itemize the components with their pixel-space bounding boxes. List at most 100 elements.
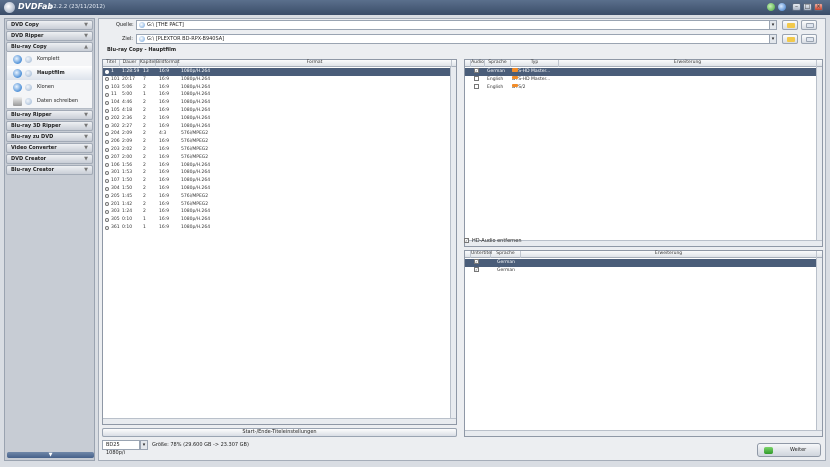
table-row[interactable]: ✓ German DTS-HD Master... (465, 68, 818, 76)
source-dropdown-button[interactable]: ▾ (769, 20, 777, 30)
col-language[interactable]: Sprache (485, 60, 511, 67)
title-radio[interactable] (105, 69, 109, 74)
col-audio[interactable]: Audio (471, 60, 485, 67)
update-icon[interactable] (767, 3, 775, 11)
subtitle-checkbox[interactable]: ✓ (474, 259, 479, 264)
table-row[interactable]: 206 2:09 2 16:9 576i/MPEG2 (103, 138, 452, 146)
title-radio[interactable] (105, 116, 109, 121)
table-row[interactable]: 203 2:02 2 16:9 576i/MPEG2 (103, 146, 452, 154)
subtitle-checkbox[interactable]: ✓ (474, 266, 479, 272)
sidebar-section-bluray-ripper[interactable]: Blu-ray Ripper ▼ (6, 110, 93, 120)
col-extension[interactable]: Erweiterung (521, 251, 817, 258)
title-radio[interactable] (105, 186, 109, 191)
table-row[interactable]: 304 1:50 2 16:9 1080p/H.264 (103, 185, 452, 193)
table-row[interactable]: 361 0:10 1 16:9 1080p/H.264 (103, 224, 452, 232)
titles-horizontal-scrollbar[interactable] (103, 418, 456, 424)
sidebar-item-komplett[interactable]: Komplett (7, 52, 92, 66)
source-path-field[interactable]: G:\ [THE PACT] (136, 20, 770, 30)
table-row[interactable]: 105 4:18 2 16:9 1080p/H.264 (103, 107, 452, 115)
table-row[interactable]: 11 5:00 1 16:9 1080p/H.264 (103, 91, 452, 99)
title-radio[interactable] (105, 163, 109, 168)
help-icon[interactable] (778, 3, 786, 11)
title-radio[interactable] (105, 202, 109, 207)
sidebar-item-daten-schreiben[interactable]: Daten schreiben (7, 94, 92, 108)
sidebar-section-video-converter[interactable]: Video Converter ▼ (6, 143, 93, 153)
sidebar-section-bluray-creator[interactable]: Blu-ray Creator ▼ (6, 165, 93, 175)
title-radio[interactable] (105, 85, 109, 90)
table-row[interactable]: 201 1:42 2 16:9 576i/MPEG2 (103, 201, 452, 209)
table-row[interactable]: 204 2:09 2 4:3 576i/MPEG2 (103, 130, 452, 138)
table-row[interactable]: 305 0:10 1 16:9 1080p/H.264 (103, 216, 452, 224)
target-settings-button[interactable] (801, 34, 817, 44)
table-row[interactable]: ✓ German (465, 266, 818, 275)
title-radio[interactable] (105, 209, 109, 214)
audio-checkbox[interactable] (474, 83, 479, 89)
table-row[interactable]: 202 2:36 2 16:9 1080p/H.264 (103, 115, 452, 123)
audio-checkbox[interactable] (474, 75, 479, 81)
title-radio[interactable] (105, 178, 109, 183)
table-row[interactable]: 106 1:56 2 16:9 1080p/H.264 (103, 162, 452, 170)
title-radio[interactable] (105, 100, 109, 105)
sidebar-section-bluray-copy[interactable]: Blu-ray Copy ▲ (6, 42, 93, 52)
title-radio[interactable] (105, 155, 109, 160)
output-format-dropdown-button[interactable]: ▾ (140, 440, 148, 450)
sidebar-section-dvd-ripper[interactable]: DVD Ripper ▼ (6, 31, 93, 41)
table-row[interactable]: 303 1:24 2 16:9 1080p/H.264 (103, 208, 452, 216)
close-button[interactable]: × (814, 3, 823, 11)
next-button[interactable]: Weiter (757, 443, 821, 457)
col-language[interactable]: Sprache (491, 251, 521, 258)
target-browse-button[interactable] (782, 34, 798, 44)
col-format[interactable]: Format (178, 60, 452, 67)
table-row[interactable]: 302 2:27 2 16:9 1080p/H.264 (103, 123, 452, 131)
sidebar-section-bluray-zu-dvd[interactable]: Blu-ray zu DVD ▼ (6, 132, 93, 142)
start-end-title-settings-button[interactable]: Start-/Ende-Titeleinstellungen (102, 428, 457, 437)
target-dropdown-button[interactable]: ▾ (769, 34, 777, 44)
table-row[interactable]: English DTS-HD Master... (465, 75, 818, 84)
table-row[interactable]: 207 2:00 2 16:9 576i/MPEG2 (103, 154, 452, 162)
col-subtitle[interactable]: Untertitel (471, 251, 492, 258)
minimize-button[interactable]: – (792, 3, 801, 11)
table-row[interactable]: 103 5:06 2 16:9 1080p/H.264 (103, 84, 452, 92)
title-radio[interactable] (105, 77, 109, 82)
table-row[interactable]: ✓ German (465, 259, 818, 267)
table-row[interactable]: 1 1:28:59 13 16:9 1080p/H.264 (103, 68, 452, 76)
subtitles-horizontal-scrollbar[interactable] (465, 430, 822, 436)
audio-vertical-scrollbar[interactable] (816, 67, 822, 241)
sidebar-scroll-down-button[interactable]: ▼ (7, 452, 94, 458)
output-format-select[interactable]: BD25 1080p/i (102, 440, 140, 456)
audio-checkbox[interactable]: ✓ (474, 68, 479, 73)
maximize-button[interactable]: □ (803, 3, 812, 11)
table-row[interactable]: 107 1:50 2 16:9 1080p/H.264 (103, 177, 452, 185)
col-aspect[interactable]: Bildformat (156, 60, 179, 67)
col-chapters[interactable]: Kapitel (140, 60, 156, 67)
sidebar-item-klonen[interactable]: Klonen (7, 80, 92, 94)
title-radio[interactable] (105, 194, 109, 199)
target-path-field[interactable]: G:\ [PLEXTOR BD-RPX-B940SA] (136, 34, 770, 44)
table-row[interactable]: English DTS/2 (465, 83, 818, 92)
sidebar-item-hauptfilm[interactable]: Hauptfilm (7, 66, 92, 80)
title-radio[interactable] (105, 217, 109, 222)
title-radio[interactable] (105, 131, 109, 136)
table-row[interactable]: 301 1:53 2 16:9 1080p/H.264 (103, 169, 452, 177)
source-browse-button[interactable] (782, 20, 798, 30)
col-extension[interactable]: Erweiterung (559, 60, 817, 67)
table-row[interactable]: 104 4:46 2 16:9 1080p/H.264 (103, 99, 452, 107)
title-radio[interactable] (105, 225, 109, 230)
title-radio[interactable] (105, 139, 109, 144)
table-row[interactable]: 101 20:17 7 16:9 1080p/H.264 (103, 76, 452, 84)
table-row[interactable]: 205 1:45 2 16:9 576i/MPEG2 (103, 193, 452, 201)
sidebar-section-bluray-3d-ripper[interactable]: Blu-ray 3D Ripper ▼ (6, 121, 93, 131)
title-radio[interactable] (105, 147, 109, 152)
sidebar-section-dvd-creator[interactable]: DVD Creator ▼ (6, 154, 93, 164)
title-radio[interactable] (105, 92, 109, 97)
title-radio[interactable] (105, 124, 109, 129)
col-duration[interactable]: Dauer (120, 60, 140, 67)
subtitles-vertical-scrollbar[interactable] (816, 258, 822, 431)
hd-audio-remove-checkbox[interactable]: ✓ (464, 238, 469, 243)
source-refresh-button[interactable] (801, 20, 817, 30)
title-radio[interactable] (105, 108, 109, 113)
title-radio[interactable] (105, 170, 109, 175)
col-type[interactable]: Typ (511, 60, 559, 67)
sidebar-section-dvd-copy[interactable]: DVD Copy ▼ (6, 20, 93, 30)
titles-vertical-scrollbar[interactable] (450, 67, 456, 419)
